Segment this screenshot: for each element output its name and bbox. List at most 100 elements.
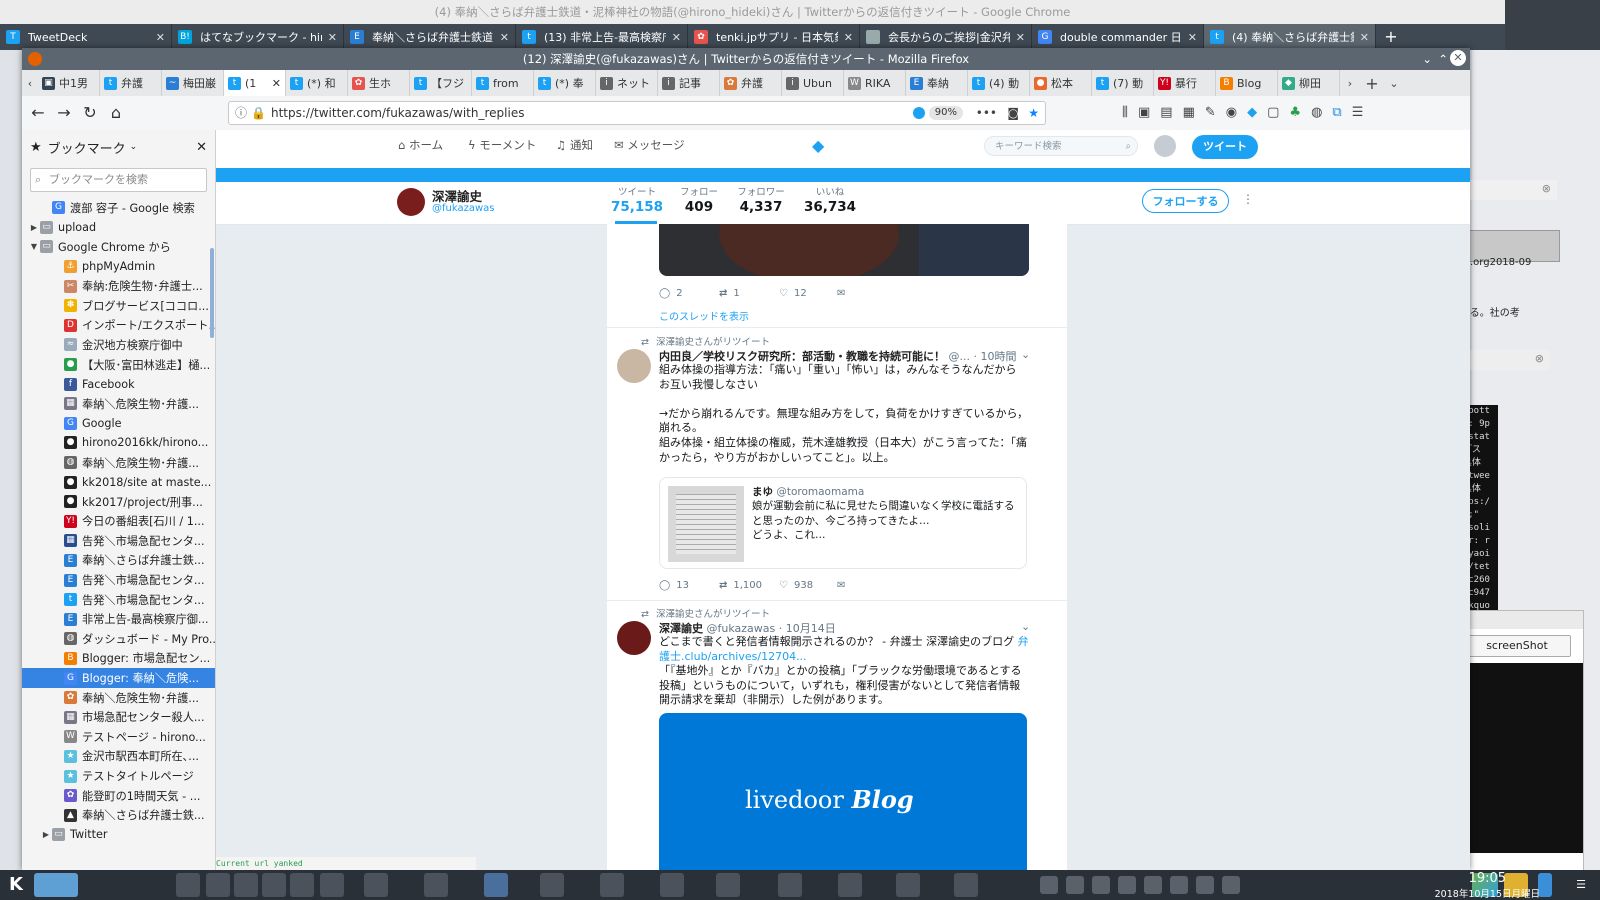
chrome-tab[interactable]: Gdouble commander 日本 ✕	[1032, 24, 1204, 50]
chrome-taskbar-icon[interactable]	[234, 873, 258, 897]
dm-action[interactable]: ✉	[837, 580, 845, 591]
chrome-tab[interactable]: 会長からのご挨拶|金沢弁 ✕	[860, 24, 1032, 50]
desktop-icon[interactable]	[1538, 873, 1552, 897]
bookmark-item[interactable]: W テストページ - hirono...	[22, 727, 215, 747]
chrome-tab[interactable]: t (4) 奉納＼さらば弁護士鉄 ✕	[1204, 24, 1376, 50]
power-icon[interactable]	[1222, 876, 1240, 894]
close-tab-icon[interactable]: ✕	[500, 31, 509, 44]
tweet-button[interactable]: ツイート	[1192, 135, 1258, 159]
back-icon[interactable]: ←	[28, 103, 48, 123]
home-icon[interactable]: ⌂	[106, 103, 126, 123]
profile-handle[interactable]: @fukazawas	[432, 203, 495, 214]
new-tab-icon[interactable]: +	[1376, 24, 1406, 50]
tweet-author-name[interactable]: 深澤諭史	[659, 622, 703, 635]
folder-icon[interactable]	[424, 873, 448, 897]
close-icon[interactable]: ⊗	[1535, 352, 1544, 365]
bookmark-item[interactable]: ✽ ブログサービス[ココロ...	[22, 296, 215, 316]
bookmark-item[interactable]: ● hirono2016kk/hirono...	[22, 433, 215, 453]
bookmark-item[interactable]: ▶ ▭ upload	[22, 218, 215, 238]
like-action[interactable]: ♡ 938	[779, 580, 813, 591]
evernote-icon[interactable]: ♣	[1289, 105, 1301, 120]
close-tab-icon[interactable]: ✕	[1016, 31, 1025, 44]
nav-messages[interactable]: ✉ メッセージ	[614, 130, 685, 168]
translate-icon[interactable]: ⧉	[1332, 105, 1341, 120]
terminal-icon[interactable]	[660, 873, 684, 897]
menu-icon[interactable]: ☰	[1572, 873, 1590, 897]
tweet-author-name[interactable]: 内田良／学校リスク研究所：部活動・教職を持続可能に！	[659, 350, 945, 363]
clipboard-icon[interactable]: ▢	[1267, 105, 1279, 120]
chrome-tab[interactable]: ✿ tenki.jpサプリ - 日本気象 ✕	[688, 24, 860, 50]
tweet-time[interactable]: 10時間	[981, 350, 1017, 363]
firefox-tab[interactable]: t (7) 動	[1092, 70, 1154, 96]
firefox-tab[interactable]: ▣ 中1男	[38, 70, 100, 96]
firefox-tab[interactable]: i 記事	[658, 70, 720, 96]
bookmark-item[interactable]: ● kk2017/project/刑事...	[22, 492, 215, 512]
app-icon-3[interactable]	[716, 873, 740, 897]
clock-widget-icon[interactable]	[838, 873, 862, 897]
bookmark-item[interactable]: ▲ 奉納＼さらば弁護士鉄...	[22, 805, 215, 825]
chrome-tab[interactable]: E 奉納＼さらば弁護士鉄道 ✕	[344, 24, 516, 50]
firefox-tab[interactable]: t (*) 和	[286, 70, 348, 96]
chrome-tab[interactable]: t (13) 非常上告-最高検察庁 ✕	[516, 24, 688, 50]
firefox-tab[interactable]: ~ 梅田巌	[162, 70, 224, 96]
profile-stat[interactable]: いいね 36,734	[801, 184, 859, 215]
profile-stat[interactable]: フォロワー 4,337	[732, 184, 790, 215]
twitter-bird-icon[interactable]: ◆	[812, 136, 824, 155]
sidebar-toggle-icon[interactable]: ▣	[1138, 105, 1150, 120]
tab-scroll-right-icon[interactable]: ›	[1340, 77, 1360, 90]
profile-avatar[interactable]	[397, 188, 425, 216]
bookmark-item[interactable]: ★ テストタイトルページ	[22, 766, 215, 786]
firefox-tab[interactable]: ✿ 弁護	[720, 70, 782, 96]
more-options-icon[interactable]: ⋮	[1242, 192, 1254, 206]
bookmark-item[interactable]: D インポート/エクスポート...	[22, 316, 215, 336]
steam-icon[interactable]	[262, 873, 286, 897]
minimize-icon[interactable]: ⌄	[1422, 48, 1432, 70]
quoted-tweet[interactable]: まゆ @toromaomama 娘が運動会前に私に見せたら間違いなく学校に電話す…	[659, 477, 1027, 569]
firefox-taskbar-icon[interactable]	[176, 873, 200, 897]
keyboard-layout-icon[interactable]	[1066, 876, 1084, 894]
bookmark-item[interactable]: f Facebook	[22, 374, 215, 394]
bookmark-item[interactable]: ▼ ▭ Google Chrome から	[22, 237, 215, 257]
twitter-icon[interactable]: ◆	[1247, 105, 1257, 120]
close-window-icon[interactable]: ✕	[1450, 50, 1466, 66]
sidebar-title[interactable]: ブックマーク	[48, 138, 126, 157]
file-icon[interactable]	[206, 873, 230, 897]
tab-list-icon[interactable]: ⌄	[1384, 77, 1404, 90]
close-tab-icon[interactable]: ✕	[272, 77, 281, 90]
bookmark-item[interactable]: ★ 金沢市駅西本町所在､...	[22, 747, 215, 767]
bookmark-item[interactable]: ▦ 奉納＼危険生物･弁護...	[22, 394, 215, 414]
kde-menu-icon[interactable]: K	[4, 873, 28, 897]
dm-action[interactable]: ✉	[837, 288, 845, 299]
twitter-search-input[interactable]: キーワード検索 ⌕	[984, 136, 1138, 156]
network-icon[interactable]	[1092, 876, 1110, 894]
battery-icon[interactable]	[1170, 876, 1188, 894]
pen-icon[interactable]: ✎	[1205, 105, 1216, 120]
nav-notifications[interactable]: ♫ 通知	[556, 130, 593, 168]
firefox-tab[interactable]: ◆ 柳田	[1278, 70, 1340, 96]
desktop-pager[interactable]	[34, 873, 78, 897]
bookmark-star-icon[interactable]: ★	[1028, 102, 1039, 124]
close-icon[interactable]: ⊗	[1542, 182, 1551, 195]
bookmark-item[interactable]: G Google	[22, 414, 215, 434]
tweet-time[interactable]: 10月14日	[786, 622, 836, 635]
chevron-down-icon[interactable]: ⌄	[1021, 348, 1030, 361]
firefox-tab[interactable]: i ネット	[596, 70, 658, 96]
maximize-icon[interactable]: ⌃	[1438, 48, 1448, 70]
close-tab-icon[interactable]: ✕	[844, 31, 853, 44]
firefox-tab[interactable]: t from	[472, 70, 534, 96]
zoom-level[interactable]: 90%	[928, 106, 963, 120]
firefox-tab[interactable]: i Ubun	[782, 70, 844, 96]
firefox-tab[interactable]: t 【フジ	[410, 70, 472, 96]
firefox-tab[interactable]: ● 松本	[1030, 70, 1092, 96]
browser-icon[interactable]	[484, 873, 508, 897]
bookmark-item[interactable]: G 渡部 容子 - Google 検索	[22, 198, 215, 218]
reply-action[interactable]: ◯ 13	[659, 580, 689, 591]
tweet-author-handle[interactable]: @fukazawas	[707, 622, 776, 635]
close-tab-icon[interactable]: ✕	[1360, 31, 1369, 44]
reload-icon[interactable]: ↻	[80, 103, 100, 123]
like-action[interactable]: ♡ 12	[779, 288, 807, 299]
tweet-author-handle[interactable]: @...	[949, 350, 971, 363]
library-icon[interactable]: ⫼	[1122, 105, 1128, 120]
menu-icon[interactable]: ☰	[1352, 105, 1364, 120]
bookmark-search-input[interactable]: ⌕ ブックマークを検索	[30, 168, 207, 192]
